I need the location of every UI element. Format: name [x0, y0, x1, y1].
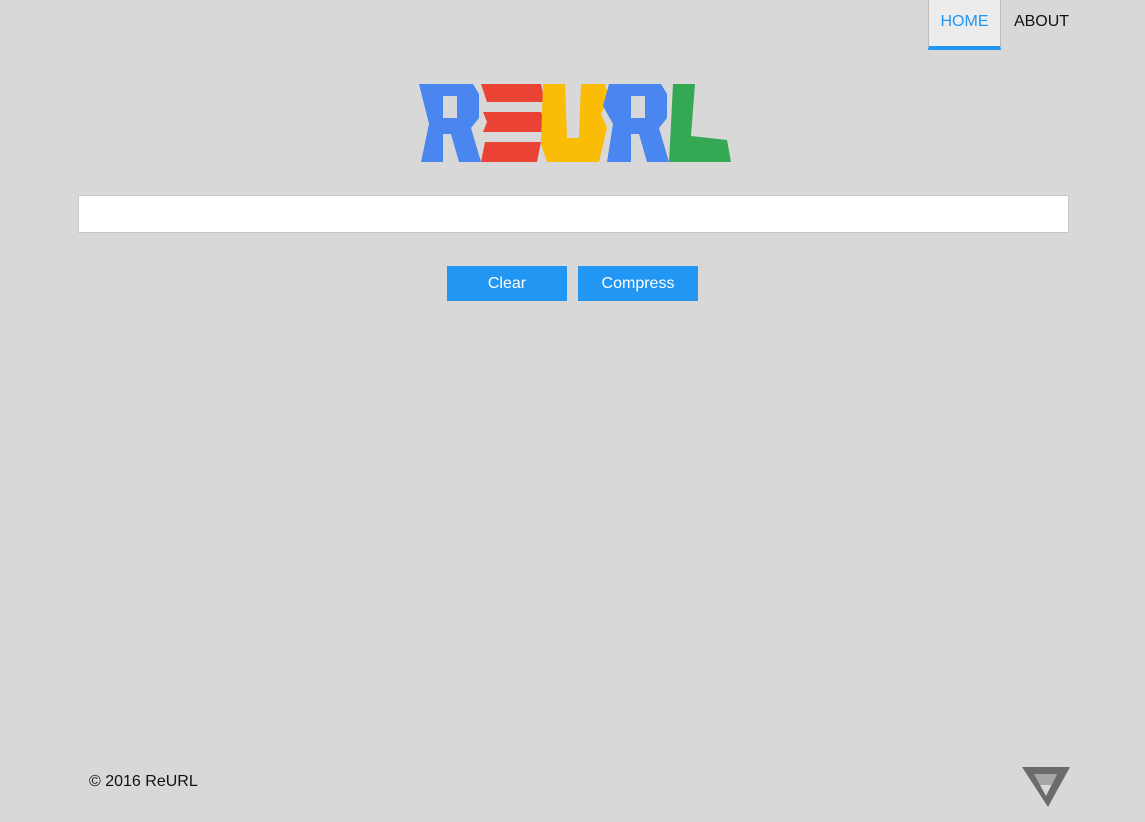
top-nav: HOME ABOUT	[928, 0, 1082, 50]
nav-home-tab[interactable]: HOME	[928, 0, 1001, 50]
footer-copyright: © 2016 ReURL	[89, 773, 198, 790]
triangle-logo-icon[interactable]	[1022, 765, 1070, 807]
logo-letter-u	[541, 84, 609, 162]
nav-about-tab[interactable]: ABOUT	[1001, 0, 1082, 50]
logo-letter-l	[669, 84, 731, 162]
logo-letter-r	[417, 84, 481, 162]
clear-button[interactable]: Clear	[447, 266, 567, 301]
logo-letter-e	[481, 84, 545, 102]
compress-button[interactable]: Compress	[578, 266, 698, 301]
reurl-logo	[417, 84, 731, 162]
url-input[interactable]	[78, 195, 1069, 233]
logo-letter-r2	[603, 84, 669, 162]
